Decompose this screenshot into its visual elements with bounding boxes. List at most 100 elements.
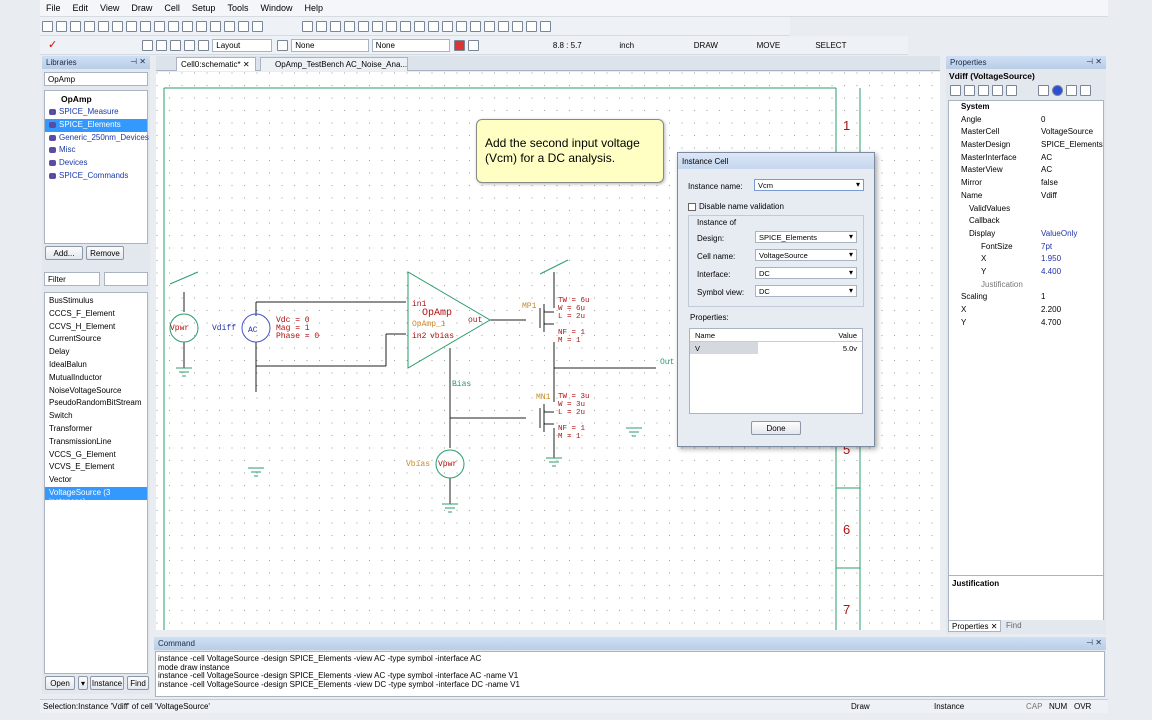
sort-icon[interactable] bbox=[1006, 85, 1017, 96]
tab-find[interactable]: Find bbox=[1006, 621, 1022, 630]
cut-icon[interactable] bbox=[98, 21, 109, 32]
cell-item[interactable]: NoiseVoltageSource bbox=[45, 385, 147, 398]
new-prop-icon[interactable] bbox=[950, 85, 961, 96]
menu-help[interactable]: Help bbox=[298, 0, 329, 13]
pin-icon[interactable]: ⊣ ✕ bbox=[1086, 57, 1102, 66]
bus-icon[interactable] bbox=[414, 21, 425, 32]
menu-file[interactable]: File bbox=[40, 0, 67, 13]
pin-icon[interactable]: ⊣ ✕ bbox=[1086, 638, 1102, 647]
open-cell-button[interactable]: Open bbox=[45, 676, 75, 690]
push-icon[interactable] bbox=[224, 21, 235, 32]
paste-icon[interactable] bbox=[126, 21, 137, 32]
cell-item[interactable]: MutualInductor bbox=[45, 372, 147, 385]
copy-icon[interactable] bbox=[112, 21, 123, 32]
arrow-shape-icon[interactable] bbox=[512, 21, 523, 32]
property-row[interactable]: Display ValueOnly bbox=[949, 229, 1103, 242]
property-row[interactable]: Mirror false bbox=[949, 178, 1103, 191]
hierarchy-icon[interactable] bbox=[252, 21, 263, 32]
cell-item[interactable]: CCVS_H_Element bbox=[45, 321, 147, 334]
property-row[interactable]: Justification bbox=[949, 280, 1103, 293]
shape-icon[interactable] bbox=[526, 21, 537, 32]
down-icon[interactable] bbox=[992, 85, 1003, 96]
draw-mode-button[interactable]: DRAW bbox=[678, 41, 734, 50]
property-value[interactable]: 0 bbox=[1041, 115, 1045, 124]
library-item[interactable]: SPICE_Commands bbox=[45, 170, 147, 183]
property-row[interactable]: Y 4.400 bbox=[949, 267, 1103, 280]
pointer-icon[interactable] bbox=[344, 21, 355, 32]
menu-draw[interactable]: Draw bbox=[125, 0, 158, 13]
property-value[interactable]: 4.400 bbox=[1041, 267, 1061, 276]
move-mode-button[interactable]: MOVE bbox=[740, 41, 796, 50]
instance-name-input[interactable]: Vcm bbox=[754, 179, 864, 191]
library-icon[interactable] bbox=[330, 21, 341, 32]
cell-item[interactable]: Vector bbox=[45, 474, 147, 487]
tab-properties[interactable]: Properties ✕ bbox=[948, 620, 1002, 632]
close-icon[interactable]: ✕ bbox=[243, 60, 250, 69]
property-row[interactable]: MasterView AC bbox=[949, 165, 1103, 178]
forward-icon[interactable] bbox=[210, 21, 221, 32]
print-icon[interactable] bbox=[302, 21, 313, 32]
property-value[interactable]: 4.700 bbox=[1041, 318, 1061, 327]
hand-icon[interactable] bbox=[141, 40, 153, 51]
property-row[interactable]: V 5.0v bbox=[690, 342, 862, 354]
up-icon[interactable] bbox=[978, 85, 989, 96]
property-row[interactable]: Y 4.700 bbox=[949, 318, 1103, 331]
tab-cell0-schematic[interactable]: Cell0:schematic* ✕ bbox=[176, 57, 256, 71]
layout-select[interactable]: Layout bbox=[212, 39, 273, 52]
polygon-icon[interactable] bbox=[372, 21, 383, 32]
open-icon[interactable] bbox=[56, 21, 67, 32]
menu-edit[interactable]: Edit bbox=[67, 0, 95, 13]
cell-item[interactable]: VoltageSource (3 instances) bbox=[45, 486, 147, 506]
pin-icon[interactable] bbox=[428, 21, 439, 32]
property-row[interactable]: ValidValues bbox=[949, 204, 1103, 217]
cell-filter-input[interactable] bbox=[104, 272, 148, 286]
check-mark-icon[interactable]: ✓ bbox=[48, 38, 57, 51]
done-button[interactable]: Done bbox=[751, 421, 801, 435]
property-value[interactable]: AC bbox=[1041, 165, 1052, 174]
library-item[interactable]: Devices bbox=[45, 157, 147, 170]
command-log[interactable]: instance -cell VoltageSource -design SPI… bbox=[155, 651, 1105, 697]
property-value[interactable]: 1.950 bbox=[1041, 254, 1061, 263]
interface-dropdown[interactable]: DC bbox=[755, 267, 857, 279]
capacitor-icon[interactable] bbox=[470, 21, 481, 32]
zoom-icon[interactable] bbox=[154, 21, 165, 32]
cell-item[interactable]: IdealBalun bbox=[45, 359, 147, 372]
remove-library-button[interactable]: Remove bbox=[86, 246, 124, 260]
run-icon[interactable] bbox=[169, 40, 181, 51]
menu-window[interactable]: Window bbox=[254, 0, 298, 13]
cell-name-dropdown[interactable]: VoltageSource bbox=[755, 249, 857, 261]
menu-cell[interactable]: Cell bbox=[158, 0, 186, 13]
new-icon[interactable] bbox=[42, 21, 53, 32]
property-row[interactable]: Name Vdiff bbox=[949, 191, 1103, 204]
property-value[interactable]: 2.200 bbox=[1041, 305, 1061, 314]
design-dropdown[interactable]: SPICE_Elements bbox=[755, 231, 857, 243]
text-icon[interactable] bbox=[197, 40, 209, 51]
cell-item[interactable]: CCCS_F_Element bbox=[45, 308, 147, 321]
property-value[interactable]: 1 bbox=[1041, 292, 1045, 301]
property-row[interactable]: MasterInterface AC bbox=[949, 153, 1103, 166]
property-value[interactable]: false bbox=[1041, 178, 1058, 187]
cell-item[interactable]: VCCS_G_Element bbox=[45, 449, 147, 462]
cell-item[interactable]: TransmissionLine bbox=[45, 436, 147, 449]
cell-item[interactable]: PseudoRandomBitStream bbox=[45, 397, 147, 410]
prop-value-cell[interactable]: 5.0v bbox=[843, 344, 857, 353]
property-value[interactable]: 7pt bbox=[1041, 242, 1052, 251]
property-value[interactable]: VoltageSource bbox=[1041, 127, 1093, 136]
menu-tools[interactable]: Tools bbox=[221, 0, 254, 13]
library-item[interactable]: Misc bbox=[45, 144, 147, 157]
net-highlight-icon[interactable] bbox=[276, 40, 288, 51]
save-icon[interactable] bbox=[70, 21, 81, 32]
open-dropdown-button[interactable]: ▾ bbox=[78, 676, 88, 690]
cell-filter-select[interactable]: Filter bbox=[44, 272, 100, 286]
property-row[interactable]: MasterCell VoltageSource bbox=[949, 127, 1103, 140]
view-icon[interactable] bbox=[1066, 85, 1077, 96]
undo-icon[interactable] bbox=[168, 21, 179, 32]
plot-icon[interactable] bbox=[316, 21, 327, 32]
tools-icon[interactable] bbox=[155, 40, 167, 51]
property-row[interactable]: Callback bbox=[949, 216, 1103, 229]
color-circle-icon[interactable] bbox=[1052, 85, 1063, 96]
grid-icon[interactable] bbox=[140, 21, 151, 32]
select-mode-button[interactable]: SELECT bbox=[803, 41, 859, 50]
property-row[interactable]: System bbox=[949, 102, 1103, 115]
property-row[interactable]: Scaling 1 bbox=[949, 292, 1103, 305]
